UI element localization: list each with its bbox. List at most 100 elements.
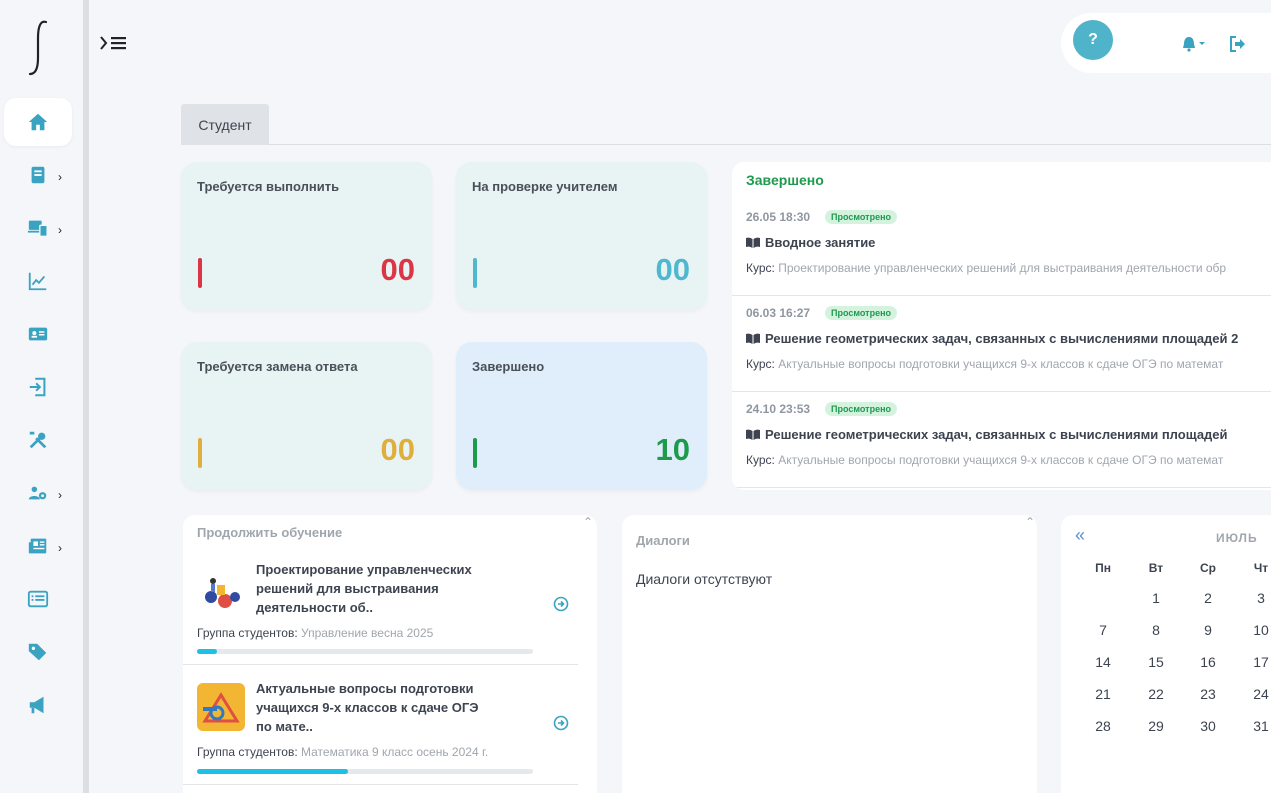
chart-line-icon xyxy=(28,272,47,291)
group-value: Математика 9 класс осень 2024 г. xyxy=(301,745,489,759)
calendar-day[interactable]: 3 xyxy=(1241,590,1271,606)
logo-integral-icon[interactable] xyxy=(22,18,54,78)
calendar-weekday: Чт xyxy=(1253,561,1269,575)
completed-item[interactable]: 26.05 18:30 Просмотрено Вводное занятие … xyxy=(732,200,1271,296)
calendar-day[interactable]: 22 xyxy=(1136,686,1176,702)
course-item[interactable]: Проектирование управленческих решений дл… xyxy=(183,545,578,665)
completed-panel: Завершено 26.05 18:30 Просмотрено Вводно… xyxy=(732,162,1271,490)
arrow-circle-right-icon[interactable] xyxy=(553,715,569,731)
sidebar-item-home[interactable] xyxy=(4,98,72,146)
chevron-right-icon: › xyxy=(58,170,62,184)
calendar-day[interactable]: 9 xyxy=(1188,622,1228,638)
course-title[interactable]: Актуальные вопросы подготовки учащихся 9… xyxy=(256,679,496,736)
status-badge: Просмотрено xyxy=(825,306,898,320)
calendar-day[interactable]: 23 xyxy=(1188,686,1228,702)
calendar-day[interactable]: 15 xyxy=(1136,654,1176,670)
calendar-day[interactable]: 10 xyxy=(1241,622,1271,638)
course-value: Актуальные вопросы подготовки учащихся 9… xyxy=(778,357,1224,371)
calendar-day[interactable]: 24 xyxy=(1241,686,1271,702)
open-book-icon xyxy=(746,429,760,440)
sidebar-item-analytics[interactable] xyxy=(4,257,72,305)
calendar-day[interactable]: 16 xyxy=(1188,654,1228,670)
course-thumbnail xyxy=(197,683,245,731)
group-label: Группа студентов: xyxy=(197,745,298,759)
sidebar-item-tools[interactable] xyxy=(4,416,72,464)
stat-value: 00 xyxy=(655,252,690,287)
completed-course: Курс: Проектирование управленческих реше… xyxy=(746,261,1226,275)
continue-learning-panel: Продолжить обучение ⌃ Проектирование упр… xyxy=(183,515,597,793)
sidebar-item-enroll[interactable] xyxy=(4,363,72,411)
help-button[interactable]: ? xyxy=(1073,20,1113,60)
dialogs-empty-text: Диалоги отсутствуют xyxy=(636,571,773,587)
sidebar-item-profile[interactable] xyxy=(4,310,72,358)
calendar-day[interactable]: 2 xyxy=(1188,590,1228,606)
stat-accent-bar xyxy=(473,438,477,468)
course-title[interactable]: Проектирование управленческих решений дл… xyxy=(256,560,496,617)
sidebar-item-tags[interactable] xyxy=(4,628,72,676)
top-right-toolbar: ? xyxy=(1061,13,1271,73)
stat-title: Требуется выполнить xyxy=(197,179,340,194)
stat-title: Требуется замена ответа xyxy=(197,359,358,374)
completed-item[interactable]: 06.03 16:27 Просмотрено Решение геометри… xyxy=(732,296,1271,392)
completed-lesson[interactable]: Решение геометрических задач, связанных … xyxy=(746,427,1228,442)
stat-value: 00 xyxy=(380,252,415,287)
calendar-weekday: Ср xyxy=(1200,561,1216,575)
course-value: Актуальные вопросы подготовки учащихся 9… xyxy=(778,453,1224,467)
course-item[interactable]: Актуальные вопросы подготовки учащихся 9… xyxy=(183,665,578,785)
calendar-day[interactable]: 29 xyxy=(1136,718,1176,734)
completed-lesson[interactable]: Вводное занятие xyxy=(746,235,875,250)
calendar-prev-button[interactable]: « xyxy=(1075,525,1085,546)
calendar-day[interactable]: 21 xyxy=(1083,686,1123,702)
calendar-day[interactable]: 14 xyxy=(1083,654,1123,670)
stat-title: На проверке учителем xyxy=(472,179,618,194)
sign-in-icon xyxy=(29,377,46,397)
completed-item[interactable]: 24.10 23:53 Просмотрено Решение геометри… xyxy=(732,392,1271,488)
completed-lesson[interactable]: Решение геометрических задач, связанных … xyxy=(746,331,1238,346)
collapse-icon[interactable]: ⌃ xyxy=(583,515,593,529)
chevron-right-icon: › xyxy=(58,541,62,555)
course-group: Группа студентов: Математика 9 класс осе… xyxy=(197,745,488,759)
completed-date: 24.10 23:53 xyxy=(746,402,811,416)
bullhorn-icon xyxy=(29,696,44,714)
tab-student[interactable]: Студент xyxy=(181,104,269,145)
stat-value: 10 xyxy=(655,432,690,467)
sidebar-toggle-icon[interactable] xyxy=(98,32,130,54)
dialogs-title: Диалоги xyxy=(636,533,690,548)
course-label: Курс: xyxy=(746,261,775,275)
calendar-day[interactable]: 8 xyxy=(1136,622,1176,638)
stat-title: Завершено xyxy=(472,359,545,374)
sidebar-item-announcements[interactable] xyxy=(4,681,72,729)
tab-bar: Студент xyxy=(181,104,1271,145)
sidebar-item-list[interactable] xyxy=(4,575,72,623)
course-thumbnail xyxy=(197,567,245,615)
collapse-icon[interactable]: ⌃ xyxy=(1025,515,1035,529)
status-badge: Просмотрено xyxy=(825,402,898,416)
calendar-day[interactable]: 17 xyxy=(1241,654,1271,670)
stat-card-review[interactable]: На проверке учителем 00 xyxy=(456,162,707,310)
calendar-day[interactable]: 28 xyxy=(1083,718,1123,734)
id-card-icon xyxy=(28,327,48,341)
continue-title: Продолжить обучение xyxy=(197,525,343,540)
status-badge: Просмотрено xyxy=(825,210,898,224)
calendar-day[interactable]: 31 xyxy=(1241,718,1271,734)
group-value: Управление весна 2025 xyxy=(301,626,434,640)
course-label: Курс: xyxy=(746,453,775,467)
stat-card-replace[interactable]: Требуется замена ответа 00 xyxy=(181,342,432,490)
completed-date: 06.03 16:27 xyxy=(746,306,811,320)
course-label: Курс: xyxy=(746,357,775,371)
arrow-circle-right-icon[interactable] xyxy=(553,596,569,612)
course-group: Группа студентов: Управление весна 2025 xyxy=(197,626,433,640)
calendar-day[interactable]: 7 xyxy=(1083,622,1123,638)
stat-card-completed[interactable]: Завершено 10 xyxy=(456,342,707,490)
course-progress-bar xyxy=(197,649,533,654)
tags-icon xyxy=(28,643,47,661)
bell-icon[interactable] xyxy=(1182,35,1210,53)
stat-card-todo[interactable]: Требуется выполнить 00 xyxy=(181,162,432,310)
newspaper-icon xyxy=(28,538,47,554)
completed-lesson-label: Решение геометрических задач, связанных … xyxy=(765,331,1239,346)
calendar-day[interactable]: 1 xyxy=(1136,590,1176,606)
book-icon xyxy=(31,166,45,184)
logout-icon[interactable] xyxy=(1229,35,1247,53)
dialogs-panel: Диалоги ⌃ Диалоги отсутствуют xyxy=(622,515,1037,793)
calendar-day[interactable]: 30 xyxy=(1188,718,1228,734)
